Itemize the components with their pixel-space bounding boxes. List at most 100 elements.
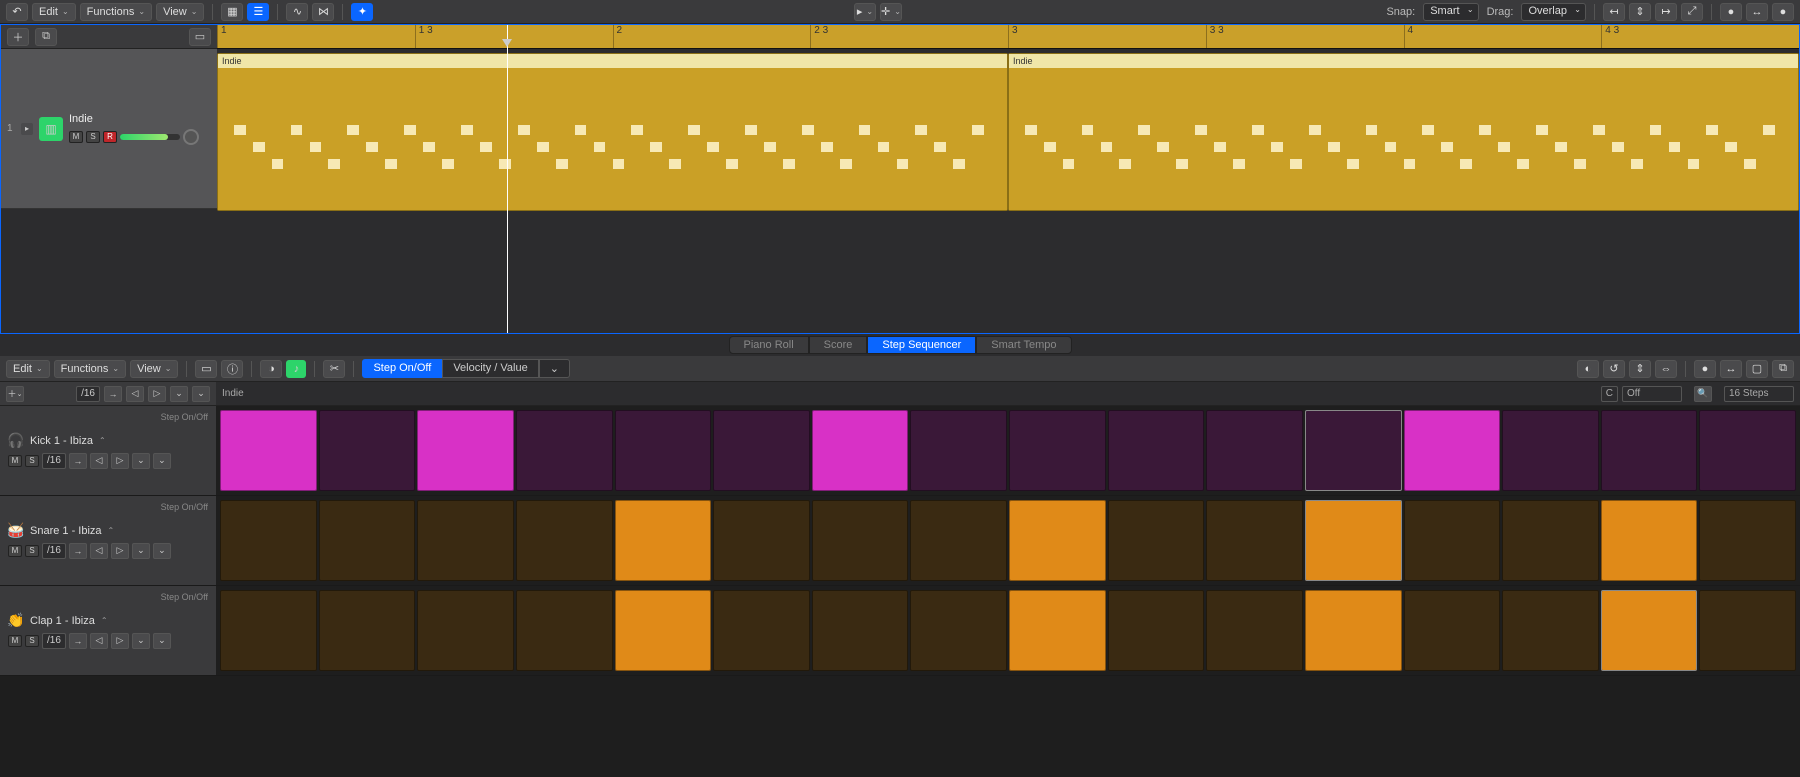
seq-row-ctrl-3[interactable]: ⌄	[132, 633, 150, 649]
step-cell[interactable]	[1502, 590, 1599, 671]
seq-row-ctrl-4[interactable]: ⌄	[153, 633, 171, 649]
mute-button[interactable]: M	[69, 131, 83, 143]
link-button[interactable]: ↔	[1746, 3, 1768, 21]
seq-vzoom-button[interactable]: ⇕	[1629, 360, 1651, 378]
seq-row-ctrl-4[interactable]: ⌄	[153, 543, 171, 559]
seq-row-menu-button[interactable]: ⌄	[192, 386, 210, 402]
seq-row-ctrl-2[interactable]: ▷	[111, 453, 129, 469]
seq-row-name[interactable]: 🥁Snare 1 - Ibiza ⌃	[8, 523, 208, 539]
seq-inspector-button[interactable]: ▭	[195, 360, 217, 378]
step-cell[interactable]	[319, 500, 416, 581]
seq-hzoom-button[interactable]: ⇔	[1655, 360, 1677, 378]
duplicate-track-button[interactable]: ⧉	[35, 28, 57, 46]
step-cell[interactable]	[516, 590, 613, 671]
seq-direction-button[interactable]: →	[104, 386, 122, 402]
zoom-horizontal-out-button[interactable]: ↤	[1603, 3, 1625, 21]
step-cell[interactable]	[910, 410, 1007, 491]
vzoom-slider[interactable]: ●	[1772, 3, 1794, 21]
step-cell[interactable]	[1206, 590, 1303, 671]
step-cell[interactable]	[516, 500, 613, 581]
step-onoff-mode-button[interactable]: Step On/Off	[362, 359, 442, 378]
step-cell[interactable]	[812, 590, 909, 671]
seq-row-ctrl-2[interactable]: ▷	[111, 633, 129, 649]
seq-step-next-button[interactable]: ▷	[148, 386, 166, 402]
step-cell[interactable]	[615, 500, 712, 581]
mute-button[interactable]: M	[8, 545, 22, 557]
arrange-area[interactable]: 11 322 333 344 35 IndieIndie	[217, 25, 1799, 333]
step-cell[interactable]	[220, 410, 317, 491]
seq-view-menu[interactable]: View⌄	[130, 360, 178, 378]
seq-step-prev-button[interactable]: ◁	[126, 386, 144, 402]
step-cell[interactable]	[417, 590, 514, 671]
seq-preview-button[interactable]: ♪	[286, 360, 306, 378]
seq-row-header[interactable]: Step On/Off🥁Snare 1 - Ibiza ⌃MS/16→◁▷⌄⌄	[0, 496, 216, 585]
solo-button[interactable]: S	[25, 455, 39, 467]
seq-midi-out-button[interactable]: ◑	[260, 360, 282, 378]
seq-row-header[interactable]: Step On/Off🎧Kick 1 - Ibiza ⌃MS/16→◁▷⌄⌄	[0, 406, 216, 495]
step-cell[interactable]	[319, 590, 416, 671]
step-cell[interactable]	[1009, 410, 1106, 491]
seq-loop-button[interactable]: ↺	[1603, 360, 1625, 378]
seq-edit-menu[interactable]: Edit⌄	[6, 360, 50, 378]
step-cell[interactable]	[1108, 500, 1205, 581]
step-cell[interactable]	[1404, 500, 1501, 581]
step-cell[interactable]	[713, 410, 810, 491]
seq-live-record-button[interactable]: ✂	[323, 360, 345, 378]
mute-button[interactable]: M	[8, 635, 22, 647]
track-disclose-button[interactable]: ▸	[21, 123, 33, 135]
zoom-vertical-button[interactable]: ⇕	[1629, 3, 1651, 21]
step-cell[interactable]	[1601, 410, 1698, 491]
step-cell[interactable]	[1404, 410, 1501, 491]
toggle-track-header-button[interactable]: ▭	[189, 28, 211, 46]
step-cell[interactable]	[713, 590, 810, 671]
view-menu[interactable]: View⌄	[156, 3, 204, 21]
step-cell[interactable]	[1699, 500, 1796, 581]
drag-select[interactable]: Overlap	[1521, 3, 1586, 21]
seq-row-division-select[interactable]: /16	[42, 543, 66, 559]
midi-region[interactable]: Indie	[217, 53, 1008, 211]
seq-steps-select[interactable]: 16 Steps	[1724, 386, 1794, 402]
seq-row-ctrl-1[interactable]: ◁	[90, 453, 108, 469]
solo-button[interactable]: S	[25, 545, 39, 557]
track-name[interactable]: Indie	[69, 113, 211, 125]
velocity-mode-button[interactable]: Velocity / Value	[442, 359, 538, 378]
step-cell[interactable]	[1206, 500, 1303, 581]
step-cell[interactable]	[1305, 500, 1402, 581]
add-track-button[interactable]: ＋	[7, 28, 29, 46]
step-cell[interactable]	[615, 590, 712, 671]
mute-button[interactable]: M	[8, 455, 22, 467]
seq-row-header[interactable]: Step On/Off👏Clap 1 - Ibiza ⌃MS/16→◁▷⌄⌄	[0, 586, 216, 675]
seq-link-button[interactable]: ↔	[1720, 360, 1742, 378]
step-cell[interactable]	[1502, 500, 1599, 581]
step-cell[interactable]	[1305, 590, 1402, 671]
editor-tab-score[interactable]: Score	[809, 336, 868, 354]
step-cell[interactable]	[319, 410, 416, 491]
step-cell[interactable]	[1206, 410, 1303, 491]
snap-select[interactable]: Smart	[1423, 3, 1478, 21]
seq-row-ctrl-3[interactable]: ⌄	[132, 453, 150, 469]
seq-key-select[interactable]: C	[1601, 386, 1618, 402]
seq-mono-button[interactable]: ◐	[1577, 360, 1599, 378]
step-cell[interactable]	[417, 500, 514, 581]
step-cell[interactable]	[1404, 590, 1501, 671]
editor-tab-step-sequencer[interactable]: Step Sequencer	[867, 336, 976, 354]
record-enable-button[interactable]: R	[103, 131, 117, 143]
editor-tab-piano-roll[interactable]: Piano Roll	[729, 336, 809, 354]
seq-row-ctrl-1[interactable]: ◁	[90, 633, 108, 649]
step-cell[interactable]	[1305, 410, 1402, 491]
grid-view-button[interactable]: ▦	[221, 3, 243, 21]
step-cell[interactable]	[1009, 500, 1106, 581]
step-cell[interactable]	[1601, 500, 1698, 581]
playhead[interactable]	[507, 25, 508, 333]
pointer-tool[interactable]: ▸⌄	[854, 3, 876, 21]
seq-info-button[interactable]: ⓘ	[221, 360, 243, 378]
seq-row-ctrl-0[interactable]: →	[69, 543, 87, 559]
solo-button[interactable]: S	[86, 131, 100, 143]
editor-tab-smart-tempo[interactable]: Smart Tempo	[976, 336, 1071, 354]
step-cell[interactable]	[910, 590, 1007, 671]
list-view-button[interactable]: ☰	[247, 3, 269, 21]
seq-row-division-select[interactable]: /16	[42, 633, 66, 649]
step-cell[interactable]	[1601, 590, 1698, 671]
timeline-ruler[interactable]: 11 322 333 344 35	[217, 25, 1799, 49]
seq-search-button[interactable]: 🔍	[1694, 386, 1712, 402]
